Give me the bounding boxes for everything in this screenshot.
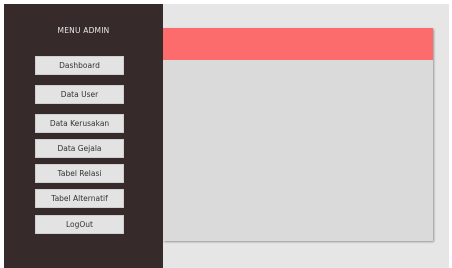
content-panel [163,28,433,241]
data-user-button[interactable]: Data User [35,85,124,104]
sidebar-title: MENU ADMIN [57,26,110,35]
data-kerusakan-button[interactable]: Data Kerusakan [35,114,124,133]
tabel-relasi-button[interactable]: Tabel Relasi [35,164,124,183]
dashboard-button[interactable]: Dashboard [35,56,124,75]
data-gejala-button[interactable]: Data Gejala [35,139,124,158]
tabel-alternatif-button[interactable]: Tabel Alternatif [35,189,124,208]
logout-button[interactable]: LogOut [35,215,124,234]
content-header-bar [163,28,433,60]
admin-sidebar: MENU ADMIN Dashboard Data User Data Keru… [4,4,163,268]
